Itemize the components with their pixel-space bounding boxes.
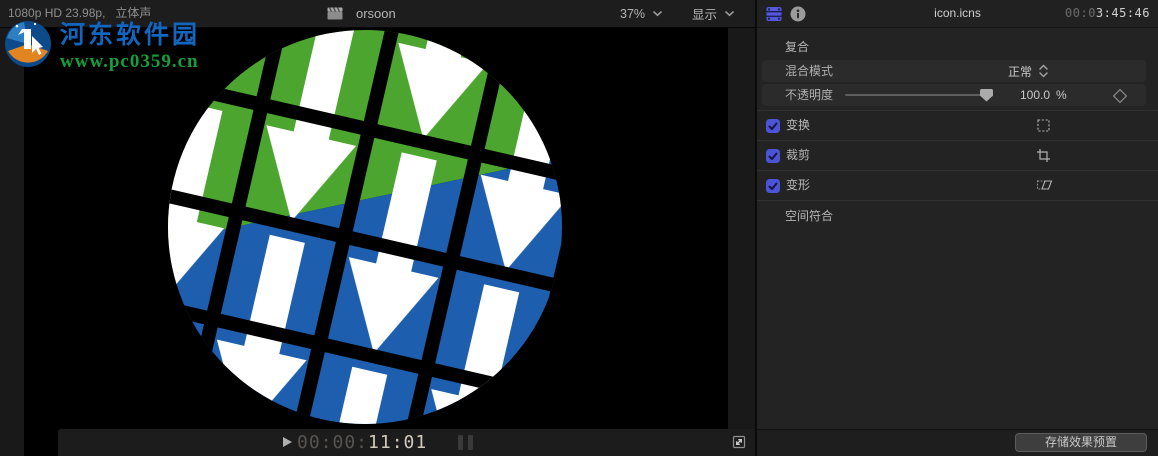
opacity-unit: %: [1056, 88, 1067, 102]
distort-checkbox[interactable]: [766, 179, 780, 193]
format-text: 1080p HD 23.98p,: [8, 6, 106, 20]
distort-label: 变形: [786, 178, 811, 192]
playhead-timecode: 00:00:11:01: [297, 432, 428, 453]
watermark-site-url: www.pc0359.cn: [60, 51, 199, 72]
opacity-label: 不透明度: [785, 88, 834, 102]
app-window: 1080p HD 23.98p, 立体声 orsoon 37% 显示 河东软件园…: [0, 0, 1158, 456]
chevron-down-icon: [725, 10, 734, 16]
inspector-timecode: 00:03:45:46: [1065, 6, 1150, 20]
crop-row: 裁剪: [757, 140, 1158, 170]
opacity-row: 不透明度 100.0 %: [762, 84, 1146, 106]
opacity-slider-thumb[interactable]: [980, 88, 993, 102]
crop-icon[interactable]: [1036, 148, 1052, 163]
clip-name-group: orsoon: [327, 0, 396, 27]
blend-mode-label: 混合模式: [785, 64, 834, 78]
keyframe-diamond-icon[interactable]: [1112, 88, 1128, 103]
transform-row: 变换: [757, 110, 1158, 140]
viewer-pane: 1080p HD 23.98p, 立体声 orsoon 37% 显示 河东软件园…: [0, 0, 755, 456]
transform-checkbox[interactable]: [766, 119, 780, 133]
video-canvas: [24, 28, 728, 456]
video-frame-logo: [168, 30, 562, 424]
watermark: 河东软件园 www.pc0359.cn: [4, 20, 200, 74]
transform-icon[interactable]: [1036, 118, 1052, 133]
transform-label: 变换: [786, 118, 811, 132]
audio-meters-icon[interactable]: [458, 435, 473, 450]
chevron-down-icon: [653, 10, 662, 16]
distort-icon[interactable]: [1036, 178, 1053, 193]
opacity-slider-track[interactable]: [845, 94, 986, 96]
inspector-pane: icon.icns 00:03:45:46 复合 混合模式 正常 不透明度 10…: [757, 0, 1158, 456]
opacity-value[interactable]: 100.0: [1000, 84, 1050, 106]
blend-mode-value: 正常: [1008, 64, 1033, 79]
compositing-section-header: 复合: [785, 40, 810, 54]
watermark-text: 河东软件园 www.pc0359.cn: [60, 20, 200, 74]
watermark-site-name: 河东软件园: [60, 21, 201, 49]
popup-updown-chevrons-icon: [1039, 64, 1048, 78]
clapperboard-icon: [327, 7, 343, 20]
zoom-level-menu[interactable]: 37%: [620, 0, 662, 27]
transport-bar: 00:00:11:01: [58, 429, 755, 456]
spatial-conform-section-header: 空间符合: [785, 209, 834, 223]
save-effects-preset-button[interactable]: 存储效果预置: [1015, 433, 1147, 452]
zoom-level-value: 37%: [620, 6, 646, 21]
crop-checkbox[interactable]: [766, 149, 780, 163]
pane-divider: [755, 0, 757, 456]
crop-label: 裁剪: [786, 148, 811, 162]
inspector-body: 复合 混合模式 正常 不透明度 100.0 % 变换 裁剪 变形 空间符合: [757, 28, 1158, 429]
play-icon[interactable]: [283, 437, 292, 447]
blend-mode-popup[interactable]: 正常: [1008, 60, 1048, 82]
watermark-logo-icon: [5, 21, 51, 67]
display-menu-label: 显示: [692, 8, 718, 22]
display-menu[interactable]: 显示: [692, 0, 734, 27]
blend-mode-row: 混合模式 正常: [762, 60, 1146, 82]
distort-row: 变形: [757, 170, 1158, 200]
inspector-footer: 存储效果预置: [757, 429, 1158, 456]
fullscreen-icon[interactable]: [731, 434, 747, 450]
clip-name-label: orsoon: [356, 6, 396, 21]
audio-format-text: 立体声: [115, 6, 152, 20]
effect-rows: 变换 裁剪 变形: [757, 110, 1158, 201]
inspector-header: icon.icns 00:03:45:46: [757, 0, 1158, 28]
